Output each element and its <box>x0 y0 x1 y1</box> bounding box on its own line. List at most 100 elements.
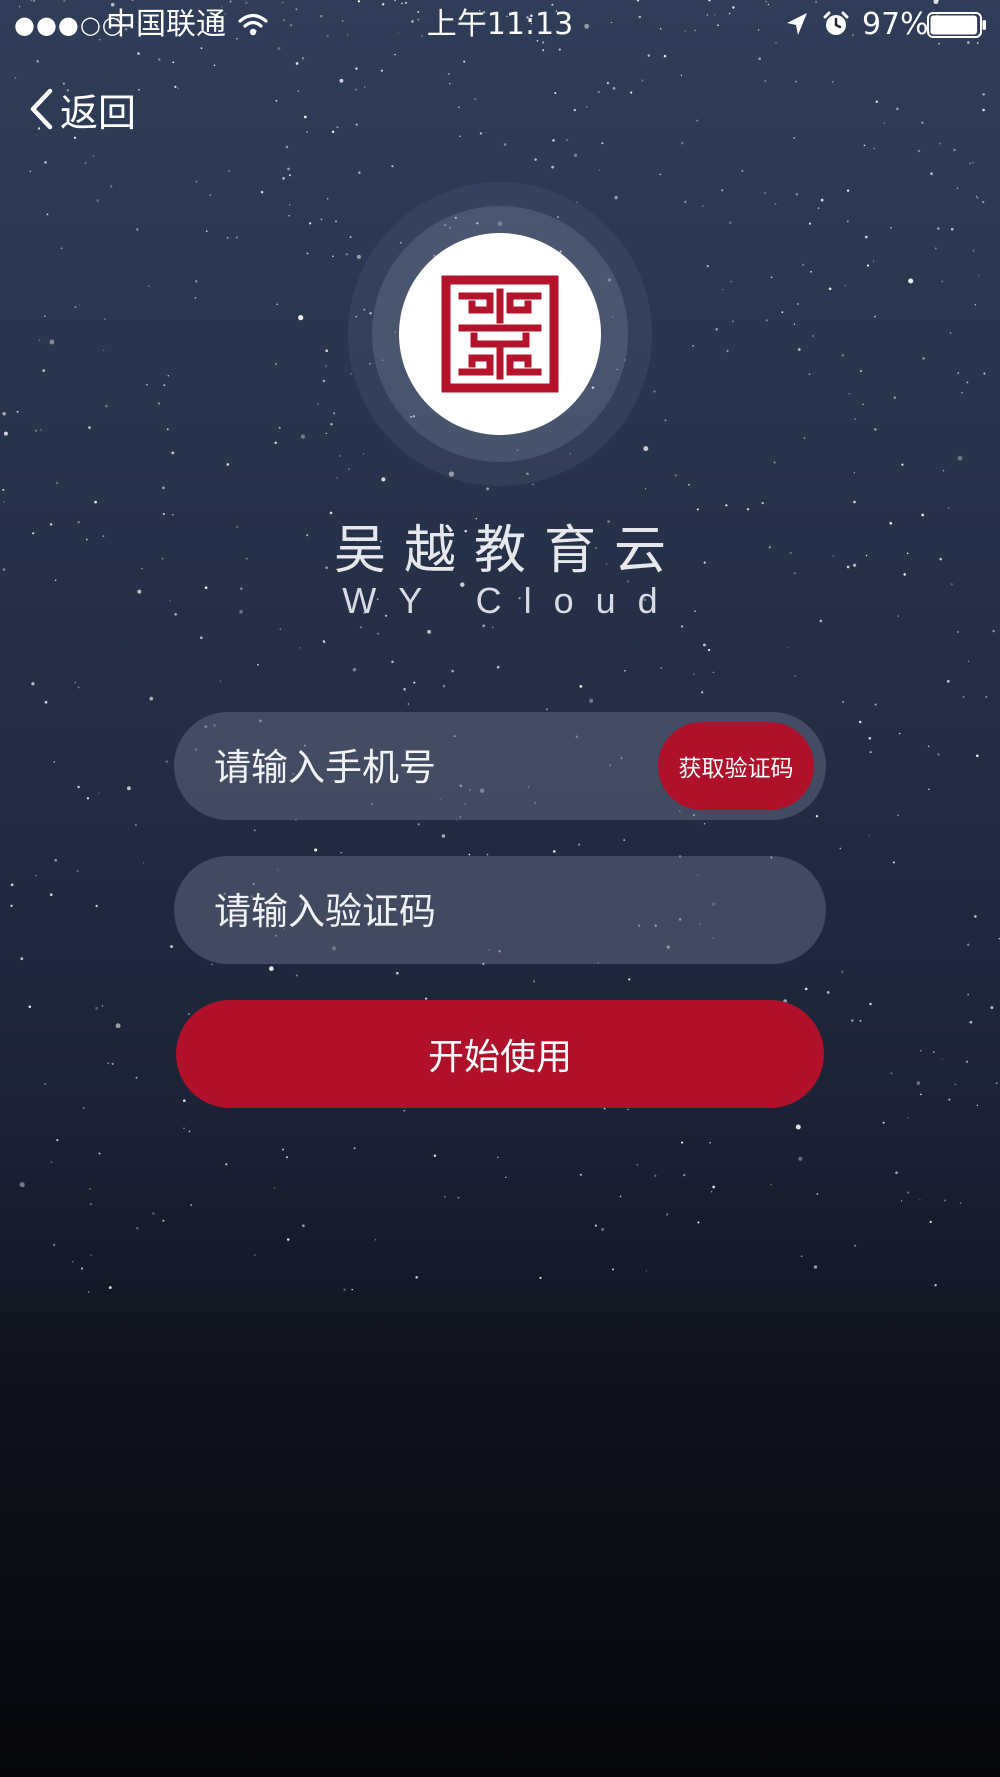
back-label: 返回 <box>60 90 137 135</box>
star <box>364 86 366 88</box>
star <box>898 732 901 735</box>
star <box>182 1099 186 1103</box>
seal-logo-icon <box>441 275 559 393</box>
star <box>219 680 222 683</box>
star <box>688 483 690 486</box>
star <box>56 1138 59 1142</box>
star <box>187 1012 191 1016</box>
star <box>274 441 277 444</box>
star <box>692 345 694 347</box>
app-title: 吴越教育云 <box>333 521 684 581</box>
star <box>921 121 924 125</box>
star <box>138 89 140 91</box>
star <box>863 144 866 147</box>
star <box>937 753 940 756</box>
star <box>275 363 277 365</box>
star <box>815 815 819 818</box>
star <box>29 170 32 173</box>
star <box>839 847 842 850</box>
star <box>653 390 656 393</box>
star <box>545 708 548 711</box>
phone-input[interactable] <box>212 712 656 822</box>
star <box>798 1156 803 1161</box>
star <box>948 1098 951 1101</box>
star <box>309 222 312 225</box>
star <box>152 1212 155 1215</box>
star <box>853 500 856 504</box>
star <box>28 1005 32 1009</box>
star <box>684 200 687 204</box>
star <box>482 624 486 628</box>
star <box>726 350 729 353</box>
star <box>325 364 328 367</box>
star <box>875 100 879 103</box>
star <box>601 1227 605 1231</box>
star <box>539 1276 542 1280</box>
star <box>348 468 350 470</box>
star <box>873 147 876 150</box>
star <box>934 247 937 250</box>
star <box>937 227 940 230</box>
star <box>339 78 344 83</box>
star <box>380 69 383 72</box>
star <box>458 106 460 109</box>
star <box>90 1254 93 1257</box>
star <box>35 874 38 877</box>
star <box>741 169 744 172</box>
star <box>967 993 970 996</box>
star <box>322 379 326 383</box>
star <box>95 904 98 908</box>
star <box>352 667 357 672</box>
star <box>350 372 353 375</box>
star <box>306 131 308 133</box>
star <box>235 236 238 239</box>
battery-percent: 97% <box>862 7 929 42</box>
star <box>474 98 477 101</box>
star <box>355 123 358 126</box>
start-button[interactable]: 开始使用 <box>176 1000 824 1108</box>
star <box>917 149 921 153</box>
star <box>417 823 420 826</box>
verification-code-input[interactable] <box>212 856 656 966</box>
star <box>2 412 6 416</box>
star <box>171 451 175 455</box>
star <box>628 978 631 981</box>
star <box>149 696 154 701</box>
star <box>929 1220 932 1223</box>
star <box>172 61 175 64</box>
get-code-button[interactable]: 获取验证码 <box>658 722 814 810</box>
star <box>864 235 868 239</box>
star <box>907 1191 910 1194</box>
star <box>897 814 899 817</box>
star <box>800 1255 803 1258</box>
star <box>975 195 978 198</box>
star <box>195 180 198 183</box>
star <box>978 274 980 277</box>
star <box>142 862 145 864</box>
star <box>630 91 633 94</box>
star <box>901 463 904 466</box>
star <box>967 660 970 662</box>
star <box>965 1060 969 1063</box>
status-bar: ●●●○○ 中国联通 上午11:13 97% <box>0 0 1000 50</box>
star <box>848 392 851 395</box>
star <box>209 194 212 197</box>
star <box>982 201 985 204</box>
star <box>939 142 942 145</box>
star <box>711 1191 713 1193</box>
star <box>2 488 5 491</box>
star <box>282 1148 284 1151</box>
phone-field: 获取验证码 <box>174 712 826 822</box>
back-button[interactable]: 返回 <box>28 84 137 135</box>
star <box>449 83 451 85</box>
code-field <box>174 856 826 966</box>
star <box>163 384 166 387</box>
app-subtitle: WY Cloud <box>342 580 680 621</box>
star <box>554 92 557 94</box>
star <box>200 636 203 639</box>
star <box>882 1121 885 1124</box>
star <box>14 77 17 79</box>
star <box>896 107 899 111</box>
star <box>322 640 325 643</box>
battery-icon <box>927 12 986 38</box>
